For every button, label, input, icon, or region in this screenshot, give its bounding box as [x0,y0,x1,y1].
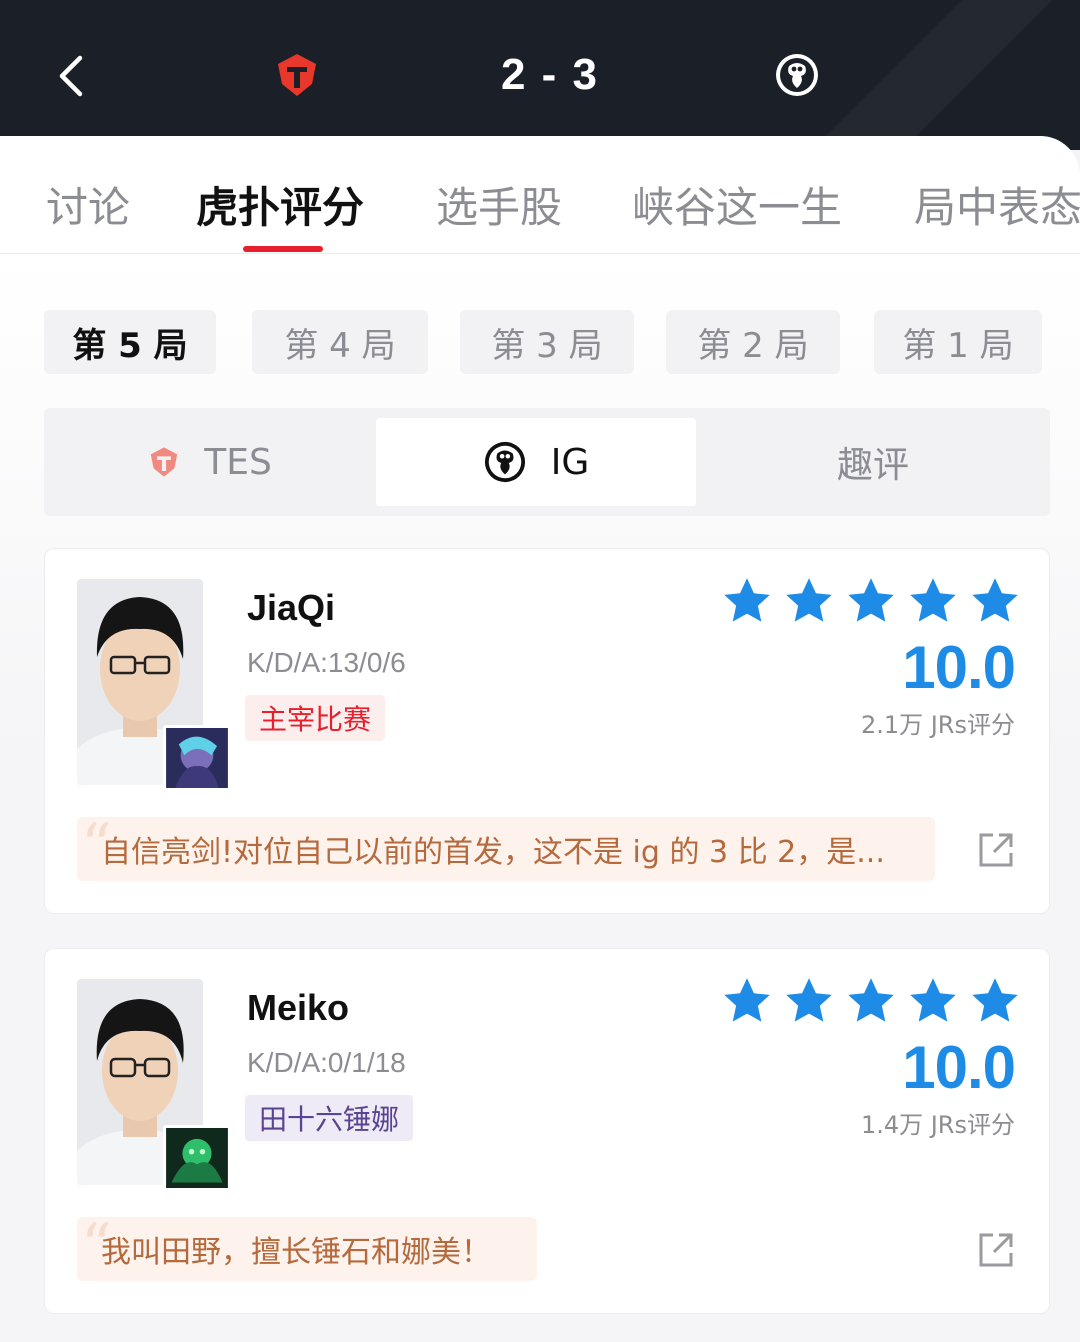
player-kda: K/D/A:13/0/6 [247,647,406,678]
segment-tes-label: TES [204,441,272,483]
star-icon [724,978,770,1022]
champion-icon [163,725,231,791]
player-name: Meiko [247,987,350,1028]
game-3-button[interactable]: 第 3 局 [460,310,634,374]
star-icon [786,578,832,622]
top-comment[interactable]: “ 我叫田野，擅长锤石和娜美！ [77,1217,537,1281]
game-5-button[interactable]: 第 5 局 [44,310,216,374]
player-card[interactable]: JiaQi K/D/A:13/0/6 主宰比赛 10.0 2.1万 JRs评分 … [44,548,1050,914]
game-1-button[interactable]: 第 1 局 [874,310,1042,374]
player-name: JiaQi [247,587,336,628]
star-icon [910,978,956,1022]
segment-ig-label: IG [550,441,590,483]
tab-in-game-stance[interactable]: 局中表态 [914,174,1080,235]
segment-tes[interactable]: TES [44,418,376,506]
top-comment[interactable]: “ 自信亮剑!对位自己以前的首发，这不是 ig 的 3 比 2，是... [77,817,935,881]
player-vote-count: 2.1万 JRs评分 [860,711,1015,739]
star-icon [848,978,894,1022]
tab-canyon-life[interactable]: 峡谷这一生 [632,174,842,235]
champion-icon [163,1125,231,1191]
player-score: 10.0 [902,1034,1016,1101]
share-icon[interactable] [977,1231,1015,1269]
match-header: 2 - 3 [0,0,1080,150]
tes-logo-icon[interactable] [274,52,320,98]
share-icon[interactable] [977,831,1015,869]
star-icon [972,978,1018,1022]
player-card[interactable]: Meiko K/D/A:0/1/18 田十六锤娜 10.0 1.4万 JRs评分… [44,948,1050,1314]
segment-ig[interactable]: IG [376,418,696,506]
tab-discussion[interactable]: 讨论 [46,174,130,235]
top-comment-text: 自信亮剑!对位自己以前的首发，这不是 ig 的 3 比 2，是... [101,835,885,870]
tab-hupu-rating[interactable]: 虎扑评分 [196,174,364,235]
star-icon [848,578,894,622]
rating-stars [721,575,1021,631]
player-tag: 田十六锤娜 [245,1095,414,1141]
player-vote-count: 1.4万 JRs评分 [860,1111,1015,1139]
match-score: 2 - 3 [500,50,600,99]
player-tag: 主宰比赛 [245,695,386,741]
rating-stars [721,975,1021,1031]
game-2-button[interactable]: 第 2 局 [666,310,840,374]
star-icon [972,578,1018,622]
tab-player-stock[interactable]: 选手股 [436,174,562,235]
team-segment-control: TES IG 趣评 [44,408,1050,516]
star-icon [786,978,832,1022]
top-comment-text: 我叫田野，擅长锤石和娜美！ [101,1235,491,1270]
active-tab-indicator [243,246,323,252]
player-kda: K/D/A:0/1/18 [247,1047,406,1078]
tes-logo-icon [150,447,178,477]
top-tabs: 讨论 虎扑评分 选手股 峡谷这一生 局中表态 [0,136,1080,254]
main-sheet: 讨论 虎扑评分 选手股 峡谷这一生 局中表态 第 5 局 第 4 局 第 3 局… [0,136,1080,1342]
star-icon [724,578,770,622]
segment-fun-comments[interactable]: 趣评 [696,418,1050,506]
star-icon [910,578,956,622]
back-arrow-icon[interactable] [52,52,92,100]
ig-logo-icon[interactable] [774,52,820,98]
player-score: 10.0 [902,634,1016,701]
ig-logo-icon [484,441,525,483]
game-4-button[interactable]: 第 4 局 [252,310,428,374]
